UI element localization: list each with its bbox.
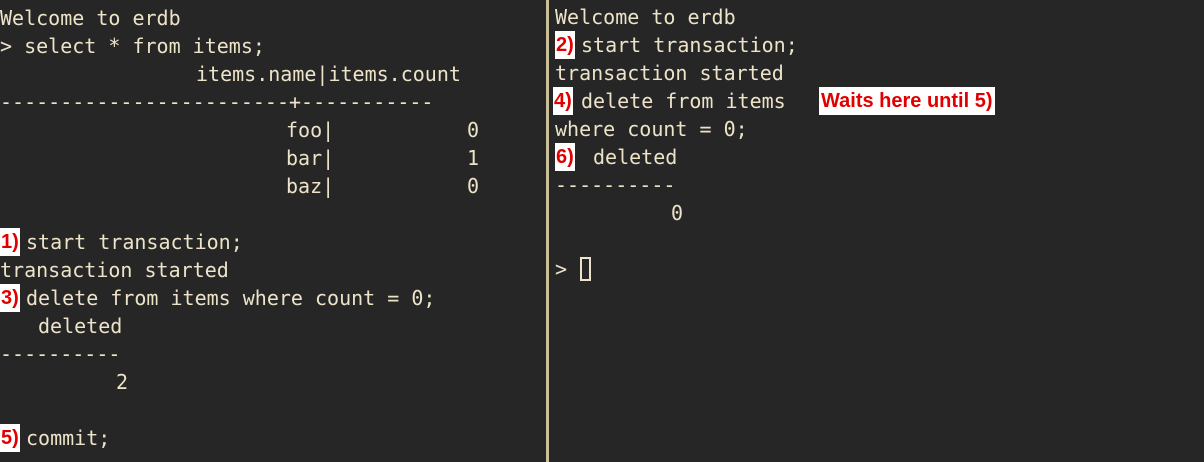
step-badge-3: 3) (0, 284, 20, 312)
table-cell-count: 0 (467, 118, 480, 142)
transaction-started-message: transaction started (555, 61, 784, 85)
deleted-result-header: deleted (593, 145, 678, 169)
select-query-line: > select * from items; (0, 34, 265, 58)
delete-command-line-1: delete from items (581, 89, 786, 113)
start-transaction-command: start transaction; (581, 33, 798, 57)
command-prompt: > (555, 257, 568, 281)
step-badge-1: 1) (0, 228, 20, 256)
table-separator: ------------------------+----------- (0, 90, 434, 114)
start-transaction-command: start transaction; (26, 230, 243, 254)
table-cell-count: 0 (467, 174, 480, 198)
step-badge-6: 6) (555, 143, 575, 171)
welcome-message: Welcome to erdb (0, 6, 181, 30)
table-header: items.name|items.count (196, 62, 461, 86)
deleted-result-separator: ---------- (0, 342, 121, 366)
step-badge-4: 4) (553, 87, 573, 115)
terminal-cursor[interactable] (580, 257, 591, 281)
terminal-pane-right[interactable]: Welcome to erdb 2) start transaction; tr… (549, 0, 1204, 462)
welcome-message: Welcome to erdb (555, 5, 736, 29)
table-cell-name: bar| (286, 146, 335, 170)
delete-command: delete from items where count = 0; (26, 286, 436, 310)
table-cell-name: foo| (286, 118, 335, 142)
terminal-pane-left[interactable]: Welcome to erdb > select * from items; i… (0, 0, 546, 462)
commit-command: commit; (26, 426, 111, 450)
delete-command-line-2: where count = 0; (555, 117, 748, 141)
table-cell-count: 1 (467, 146, 480, 170)
deleted-result-header: deleted (38, 314, 123, 338)
deleted-result-value: 0 (671, 201, 684, 225)
wait-annotation: Waits here until 5) (819, 87, 995, 115)
step-badge-5: 5) (0, 424, 20, 452)
table-cell-name: baz| (286, 174, 335, 198)
step-badge-2: 2) (555, 31, 575, 59)
deleted-result-separator: ---------- (555, 173, 676, 197)
deleted-result-value: 2 (116, 370, 129, 394)
transaction-started-message: transaction started (0, 258, 229, 282)
terminal-app: Welcome to erdb > select * from items; i… (0, 0, 1204, 462)
